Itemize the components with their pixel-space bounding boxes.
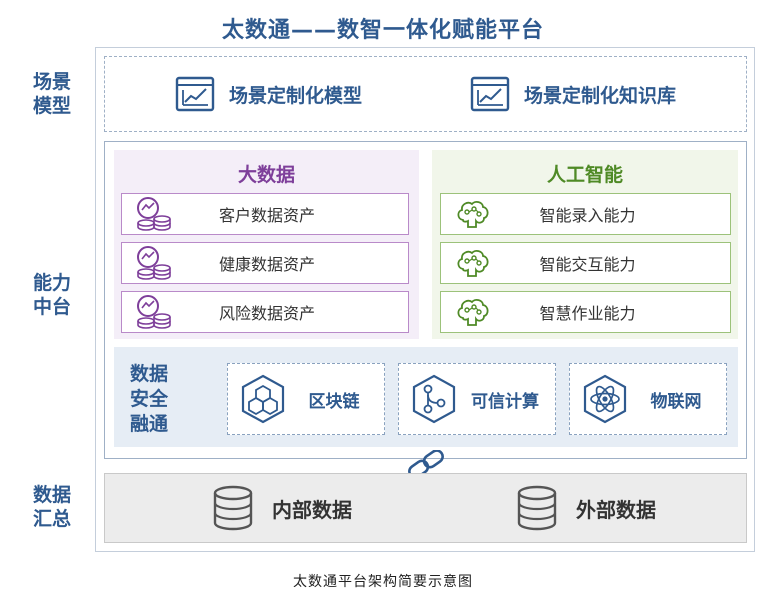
big-data-item-label: 客户数据资产 <box>218 206 315 225</box>
coin-stack-icon-wrap <box>132 194 176 234</box>
security-item-label: 可信计算 <box>471 391 539 412</box>
ai-item-label: 智慧作业能力 <box>539 304 636 323</box>
ai-item-smart-operation: 智慧作业能力 <box>440 291 731 333</box>
database-icon <box>213 485 253 531</box>
big-data-item-health: 健康数据资产 <box>121 242 409 284</box>
coin-stack-icon <box>137 295 171 329</box>
blockchain-cubes-icon <box>241 374 285 424</box>
security-item-iot: 物联网 <box>569 363 727 435</box>
data-source-internal: 内部数据 <box>212 481 352 535</box>
big-data-title: 大数据 <box>237 164 295 186</box>
row-label-scene-model: 场景 模型 <box>22 70 82 118</box>
row-label-line: 汇总 <box>32 508 71 530</box>
scene-item-label: 场景定制化知识库 <box>524 84 677 107</box>
row-label-line: 数据 <box>32 484 71 506</box>
atom-icon-wrap <box>578 372 632 426</box>
big-data-item-customer: 客户数据资产 <box>121 193 409 235</box>
ai-item-label: 智能录入能力 <box>539 206 636 225</box>
data-source-label: 外部数据 <box>576 497 656 522</box>
security-item-blockchain: 区块链 <box>227 363 385 435</box>
security-item-label: 物联网 <box>650 391 702 412</box>
ai-title: 人工智能 <box>546 164 623 186</box>
security-label-line: 数据 <box>129 363 168 385</box>
security-item-trusted-computing: 可信计算 <box>398 363 556 435</box>
row-label-line: 中台 <box>32 296 71 318</box>
brain-icon-wrap <box>451 243 495 283</box>
row-label-capability: 能力 中台 <box>22 271 82 319</box>
brain-icon-wrap <box>451 292 495 332</box>
blockchain-icon-wrap <box>236 372 290 426</box>
trusted-compute-icon-wrap <box>407 372 461 426</box>
security-item-label: 区块链 <box>308 391 360 412</box>
data-security-label: 数据 安全 融通 <box>114 362 184 437</box>
trusted-compute-icon <box>412 374 456 424</box>
big-data-item-risk: 风险数据资产 <box>121 291 409 333</box>
coin-stack-icon-wrap <box>132 243 176 283</box>
brain-icon-wrap <box>451 194 495 234</box>
coin-stack-icon <box>137 197 171 231</box>
coin-stack-icon <box>137 246 171 280</box>
scene-item-label: 场景定制化模型 <box>229 84 363 107</box>
chart-window-icon <box>470 76 510 112</box>
chart-window-icon <box>175 76 215 112</box>
security-label-line: 安全 <box>129 388 168 410</box>
big-data-item-label: 健康数据资产 <box>218 255 315 274</box>
database-icon <box>517 485 557 531</box>
figure-caption: 太数通平台架构简要示意图 <box>293 574 473 590</box>
atom-icon <box>583 374 627 424</box>
big-data-item-label: 风险数据资产 <box>218 304 315 323</box>
row-label-line: 能力 <box>32 272 71 294</box>
brain-icon <box>457 298 489 326</box>
coin-stack-icon-wrap <box>132 292 176 332</box>
scene-item-knowledge-base: 场景定制化知识库 <box>470 71 676 117</box>
brain-icon <box>457 200 489 228</box>
data-source-label: 内部数据 <box>272 497 352 522</box>
ai-item-smart-interaction: 智能交互能力 <box>440 242 731 284</box>
ai-item-label: 智能交互能力 <box>539 255 636 274</box>
security-label-line: 融通 <box>129 413 168 435</box>
data-source-external: 外部数据 <box>516 481 656 535</box>
ai-item-smart-entry: 智能录入能力 <box>440 193 731 235</box>
diagram-title: 太数通——数智一体化赋能平台 <box>221 18 544 43</box>
row-label-line: 场景 <box>32 71 71 93</box>
scene-item-model: 场景定制化模型 <box>175 71 362 117</box>
brain-icon <box>457 249 489 277</box>
row-label-line: 模型 <box>32 95 71 117</box>
row-label-data-summary: 数据 汇总 <box>22 483 82 531</box>
